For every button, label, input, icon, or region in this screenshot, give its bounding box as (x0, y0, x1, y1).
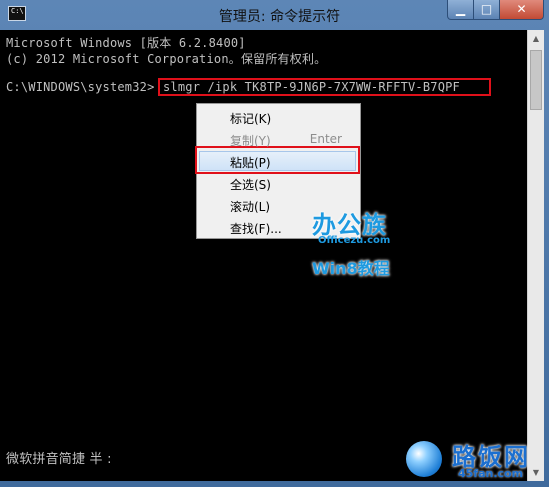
window-bottom-border (0, 481, 549, 487)
scrollbar-thumb[interactable] (530, 50, 542, 110)
command-highlight-box: slmgr /ipk TK8TP-9JN6P-7X7WW-RFFTV-B7QPF (158, 78, 491, 96)
watermark-en-text: 45fan.com (458, 467, 524, 480)
win8-tutorial-watermark: Win8教程 (312, 259, 390, 278)
menu-item-label: 标记(K) (230, 112, 272, 126)
water-drop-icon (406, 441, 442, 477)
paste-highlight-box (195, 146, 360, 174)
console-output[interactable]: Microsoft Windows [版本 6.2.8400] (c) 2012… (0, 30, 527, 481)
menu-item-label: 滚动(L) (230, 200, 271, 214)
menu-item-shortcut: Enter (309, 132, 342, 146)
menu-item-label: 查找(F)... (230, 222, 282, 236)
menu-item-mark[interactable]: 标记(K) (197, 106, 360, 128)
menu-item-label: 全选(S) (230, 178, 271, 192)
maximize-icon: □ (480, 2, 493, 16)
watermark-sub-text: Officezu.com (318, 235, 391, 246)
command-prompt: C:\WINDOWS\system32> (6, 80, 155, 94)
menu-item-select-all[interactable]: 全选(S) (197, 172, 360, 194)
scroll-up-button[interactable]: ▲ (528, 30, 544, 47)
ime-status: 微软拼音简捷 半 : (6, 452, 112, 467)
maximize-button[interactable]: □ (473, 0, 500, 20)
minimize-button[interactable]: ▁ (447, 0, 474, 20)
command-prompt-window: C:\ 管理员: 命令提示符 ▁ □ ✕ Microsoft Windows [… (0, 0, 549, 487)
console-line: Microsoft Windows [版本 6.2.8400] (6, 36, 246, 50)
menu-item-label: 粘贴(P) (230, 156, 271, 170)
menu-item-label: 复制(Y) (230, 134, 271, 148)
close-icon: ✕ (516, 2, 527, 16)
console-line: (c) 2012 Microsoft Corporation。保留所有权利。 (6, 52, 327, 66)
command-text: slmgr /ipk TK8TP-9JN6P-7X7WW-RFFTV-B7QPF (163, 80, 460, 94)
vertical-scrollbar[interactable]: ▲ ▼ (527, 30, 544, 481)
arrow-up-icon: ▲ (532, 34, 540, 43)
close-button[interactable]: ✕ (499, 0, 544, 20)
45fan-watermark: 路饭网 45fan.com (402, 437, 548, 485)
minimize-icon: ▁ (455, 2, 466, 16)
title-bar[interactable]: C:\ 管理员: 命令提示符 ▁ □ ✕ (0, 0, 549, 30)
